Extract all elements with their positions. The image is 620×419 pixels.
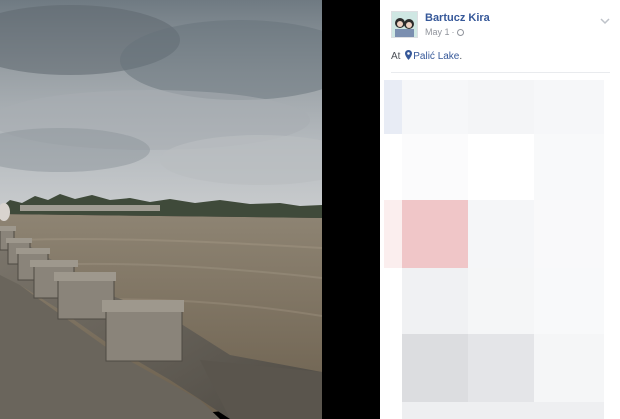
blur-block <box>468 334 534 402</box>
chevron-down-icon[interactable] <box>600 17 610 25</box>
blur-block <box>402 134 468 200</box>
location-link[interactable]: Palić Lake <box>413 51 459 62</box>
location-suffix: . <box>459 51 463 62</box>
post-date[interactable]: May 1 <box>425 27 450 37</box>
author-name-link[interactable]: Bartucz Kira <box>425 12 490 24</box>
photo-viewer <box>0 0 380 419</box>
blur-block <box>534 80 604 134</box>
blur-block <box>402 334 468 402</box>
blur-block <box>402 268 468 334</box>
avatar-image <box>392 12 417 37</box>
map-pin-icon <box>405 50 413 60</box>
blur-block <box>402 402 604 419</box>
blur-block <box>534 268 604 334</box>
divider <box>391 72 610 73</box>
blur-block <box>468 80 534 134</box>
blur-block <box>468 200 534 268</box>
blur-block <box>402 80 468 134</box>
blur-block <box>468 268 534 334</box>
blur-block <box>384 200 402 268</box>
blur-block <box>384 80 402 134</box>
location-line: At Palić Lake. <box>391 50 462 62</box>
meta-separator: · <box>451 27 455 37</box>
blur-block <box>402 200 468 268</box>
post-header: Bartucz Kira May 1 · <box>391 11 610 41</box>
globe-icon <box>456 29 464 36</box>
post-side-panel: Bartucz Kira May 1 · At Palić Lake. <box>380 0 620 419</box>
lake-photo-image <box>0 0 322 419</box>
blur-block <box>534 200 604 268</box>
blur-block <box>534 134 604 200</box>
lake-photo[interactable] <box>0 0 322 419</box>
location-prefix: At <box>391 51 401 62</box>
post-meta: May 1 · <box>425 27 464 37</box>
pixelated-comments-area <box>380 78 620 419</box>
blur-block <box>534 334 604 402</box>
avatar[interactable] <box>391 11 418 38</box>
